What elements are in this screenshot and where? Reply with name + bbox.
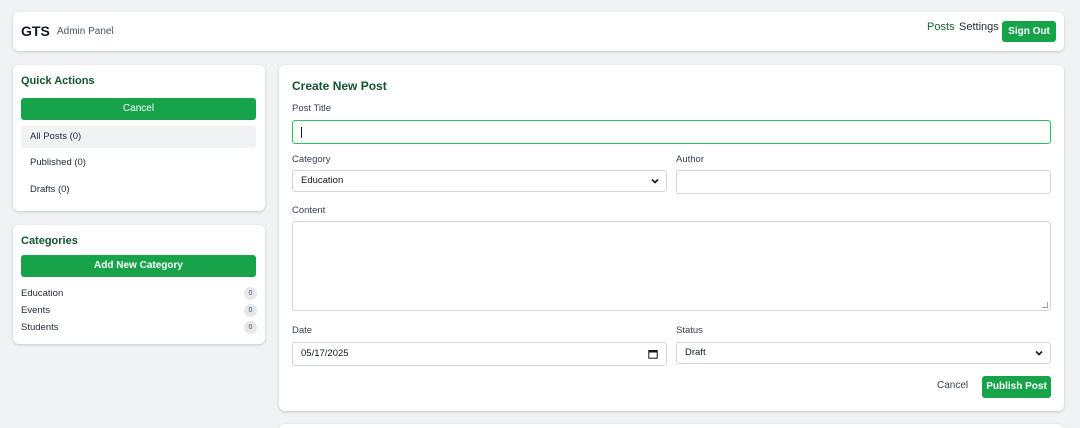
posts-list-panel xyxy=(279,424,1064,428)
author-input[interactable] xyxy=(676,170,1051,194)
brand-logo-text: GTS xyxy=(21,23,50,39)
category-item-events[interactable]: Events 0 xyxy=(21,304,257,318)
sign-out-button[interactable]: Sign Out xyxy=(1002,21,1056,42)
category-name: Students xyxy=(21,322,59,333)
post-title-input[interactable] xyxy=(292,120,1051,144)
top-header: GTS Admin Panel Posts Settings Sign Out xyxy=(13,12,1064,51)
date-input[interactable]: 05/17/2025 xyxy=(292,342,667,366)
add-category-button[interactable]: Add New Category xyxy=(21,255,256,277)
quick-actions-title: Quick Actions xyxy=(21,75,95,87)
content-label: Content xyxy=(292,205,326,216)
calendar-icon[interactable] xyxy=(648,349,658,359)
filter-all-posts[interactable]: All Posts (0) xyxy=(21,126,256,148)
content-textarea[interactable] xyxy=(292,221,1051,311)
category-name: Education xyxy=(21,288,64,299)
category-name: Events xyxy=(21,305,51,316)
category-select[interactable]: Education xyxy=(292,170,667,192)
chevron-down-icon xyxy=(1035,350,1043,356)
text-caret xyxy=(301,127,302,138)
category-item-students[interactable]: Students 0 xyxy=(21,321,257,335)
quick-cancel-button[interactable]: Cancel xyxy=(21,98,256,120)
publish-post-button[interactable]: Publish Post xyxy=(982,376,1051,398)
create-post-form: Create New Post Post Title Category Educ… xyxy=(279,65,1064,411)
post-title-label: Post Title xyxy=(292,103,332,114)
date-label: Date xyxy=(292,325,313,336)
category-select-value: Education xyxy=(301,175,344,186)
form-cancel-button[interactable]: Cancel xyxy=(937,380,968,391)
category-count-badge: 0 xyxy=(244,287,257,300)
category-count-badge: 0 xyxy=(244,304,257,317)
author-label: Author xyxy=(676,154,704,165)
category-label: Category xyxy=(292,154,331,165)
quick-actions-panel: Quick Actions Cancel All Posts (0) Publi… xyxy=(13,65,265,211)
category-count-badge: 0 xyxy=(244,321,257,334)
form-title: Create New Post xyxy=(292,79,387,93)
chevron-down-icon xyxy=(651,178,659,184)
filter-drafts[interactable]: Drafts (0) xyxy=(21,179,256,201)
categories-panel: Categories Add New Category Education 0 … xyxy=(13,225,265,344)
resize-handle-icon[interactable] xyxy=(1042,302,1048,308)
date-input-value: 05/17/2025 xyxy=(301,348,349,359)
filter-published[interactable]: Published (0) xyxy=(21,152,256,174)
status-select[interactable]: Draft xyxy=(676,342,1051,364)
status-select-value: Draft xyxy=(685,347,706,358)
brand-subtitle: Admin Panel xyxy=(57,26,114,37)
category-item-education[interactable]: Education 0 xyxy=(21,287,257,301)
nav-link-posts[interactable]: Posts xyxy=(927,21,955,33)
nav-link-settings[interactable]: Settings xyxy=(959,21,999,33)
categories-title: Categories xyxy=(21,235,78,247)
status-label: Status xyxy=(676,325,703,336)
